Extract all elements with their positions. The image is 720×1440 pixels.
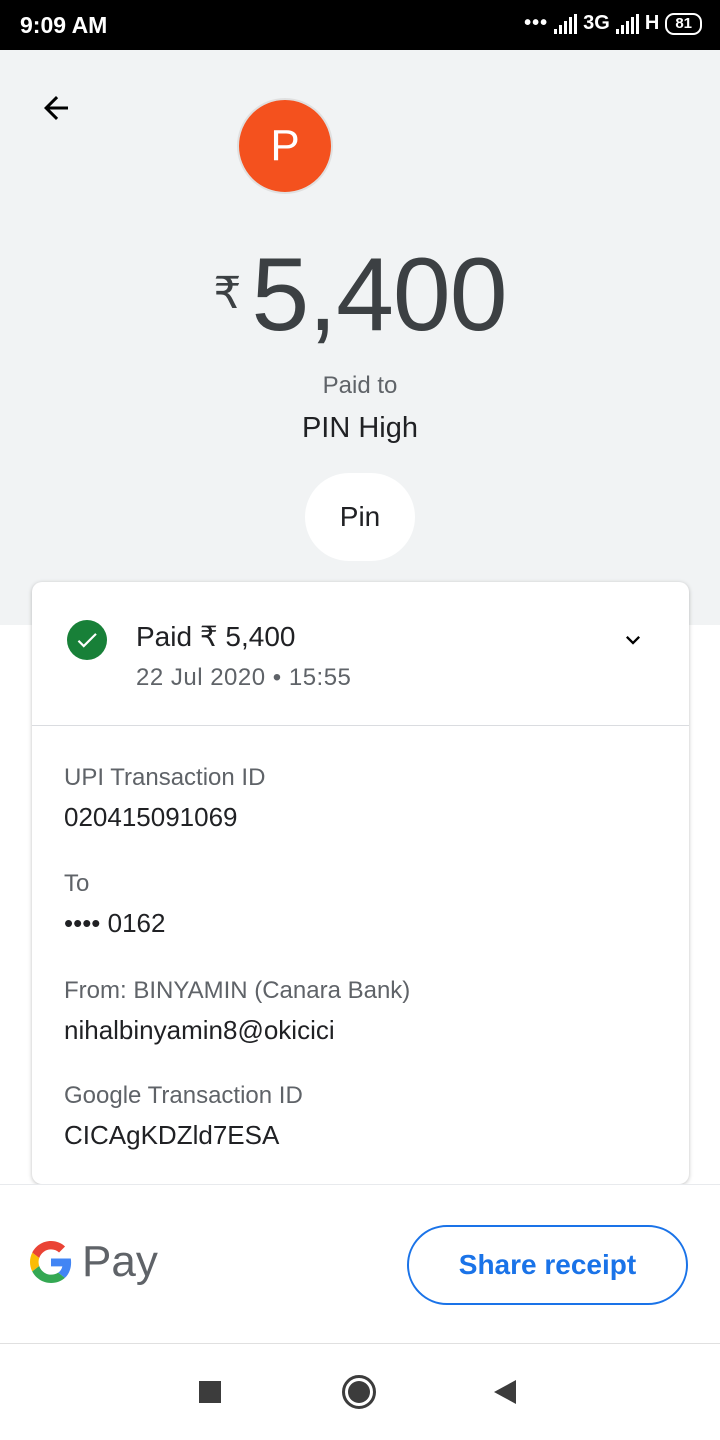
arrow-left-icon <box>44 96 68 120</box>
system-nav-bar <box>0 1345 720 1440</box>
avatar: P <box>237 98 333 194</box>
detail-to: To •••• 0162 <box>64 870 165 939</box>
detail-label: Google Transaction ID <box>64 1082 303 1109</box>
share-receipt-button[interactable]: Share receipt <box>407 1225 688 1305</box>
notification-dots-icon: ••• <box>524 12 549 34</box>
detail-value: nihalbinyamin8@okicici <box>64 1015 335 1045</box>
home-icon[interactable] <box>342 1375 376 1409</box>
network-type-1: 3G <box>583 12 610 34</box>
paid-amount-text: Paid ₹ 5,400 <box>136 621 296 652</box>
currency-symbol: ₹ <box>213 269 242 318</box>
payment-hero: P ₹ 5,400 Paid to PIN High Pin <box>0 50 720 625</box>
network-type-2: H <box>644 12 660 34</box>
pin-chip[interactable]: Pin <box>305 473 415 561</box>
transaction-date: 22 Jul 2020 • 15:55 <box>136 664 352 691</box>
google-g-icon <box>30 1241 72 1283</box>
signal-icon <box>554 13 578 34</box>
signal-icon-2 <box>615 13 639 34</box>
detail-upi-id: UPI Transaction ID 020415091069 <box>64 764 265 833</box>
paid-to-label: Paid to <box>322 372 398 399</box>
detail-label: From: BINYAMIN (Canara Bank) <box>64 977 411 1004</box>
transaction-card: Paid ₹ 5,400 22 Jul 2020 • 15:55 UPI Tra… <box>32 582 689 1184</box>
payee-name: PIN High <box>301 412 419 444</box>
detail-google-id: Google Transaction ID CICAgKDZld7ESA <box>64 1082 303 1151</box>
status-time: 9:09 AM <box>20 12 108 38</box>
recents-icon[interactable] <box>199 1381 221 1403</box>
detail-value: 020415091069 <box>64 802 238 832</box>
detail-value: CICAgKDZld7ESA <box>64 1120 280 1150</box>
detail-value: •••• 0162 <box>64 908 166 938</box>
transaction-summary[interactable]: Paid ₹ 5,400 22 Jul 2020 • 15:55 <box>32 582 689 726</box>
back-button[interactable] <box>36 88 76 128</box>
battery-icon: 81 <box>665 12 702 35</box>
check-circle-icon <box>67 620 107 660</box>
brand-text: Pay <box>82 1237 158 1286</box>
detail-from: From: BINYAMIN (Canara Bank) nihalbinyam… <box>64 977 410 1046</box>
payment-amount: 5,400 <box>251 237 507 353</box>
detail-label: To <box>64 870 90 897</box>
footer: Pay Share receipt <box>0 1184 720 1344</box>
battery-level: 81 <box>675 14 692 32</box>
status-bar: 9:09 AM ••• 3G H 81 <box>0 0 720 50</box>
chevron-down-icon[interactable] <box>617 626 649 654</box>
detail-label: UPI Transaction ID <box>64 764 266 791</box>
back-triangle-icon[interactable] <box>494 1380 516 1404</box>
status-indicators: ••• 3G H 81 <box>524 12 702 35</box>
amount-display: ₹ 5,400 <box>0 240 720 350</box>
google-pay-logo: Pay <box>30 1237 158 1287</box>
